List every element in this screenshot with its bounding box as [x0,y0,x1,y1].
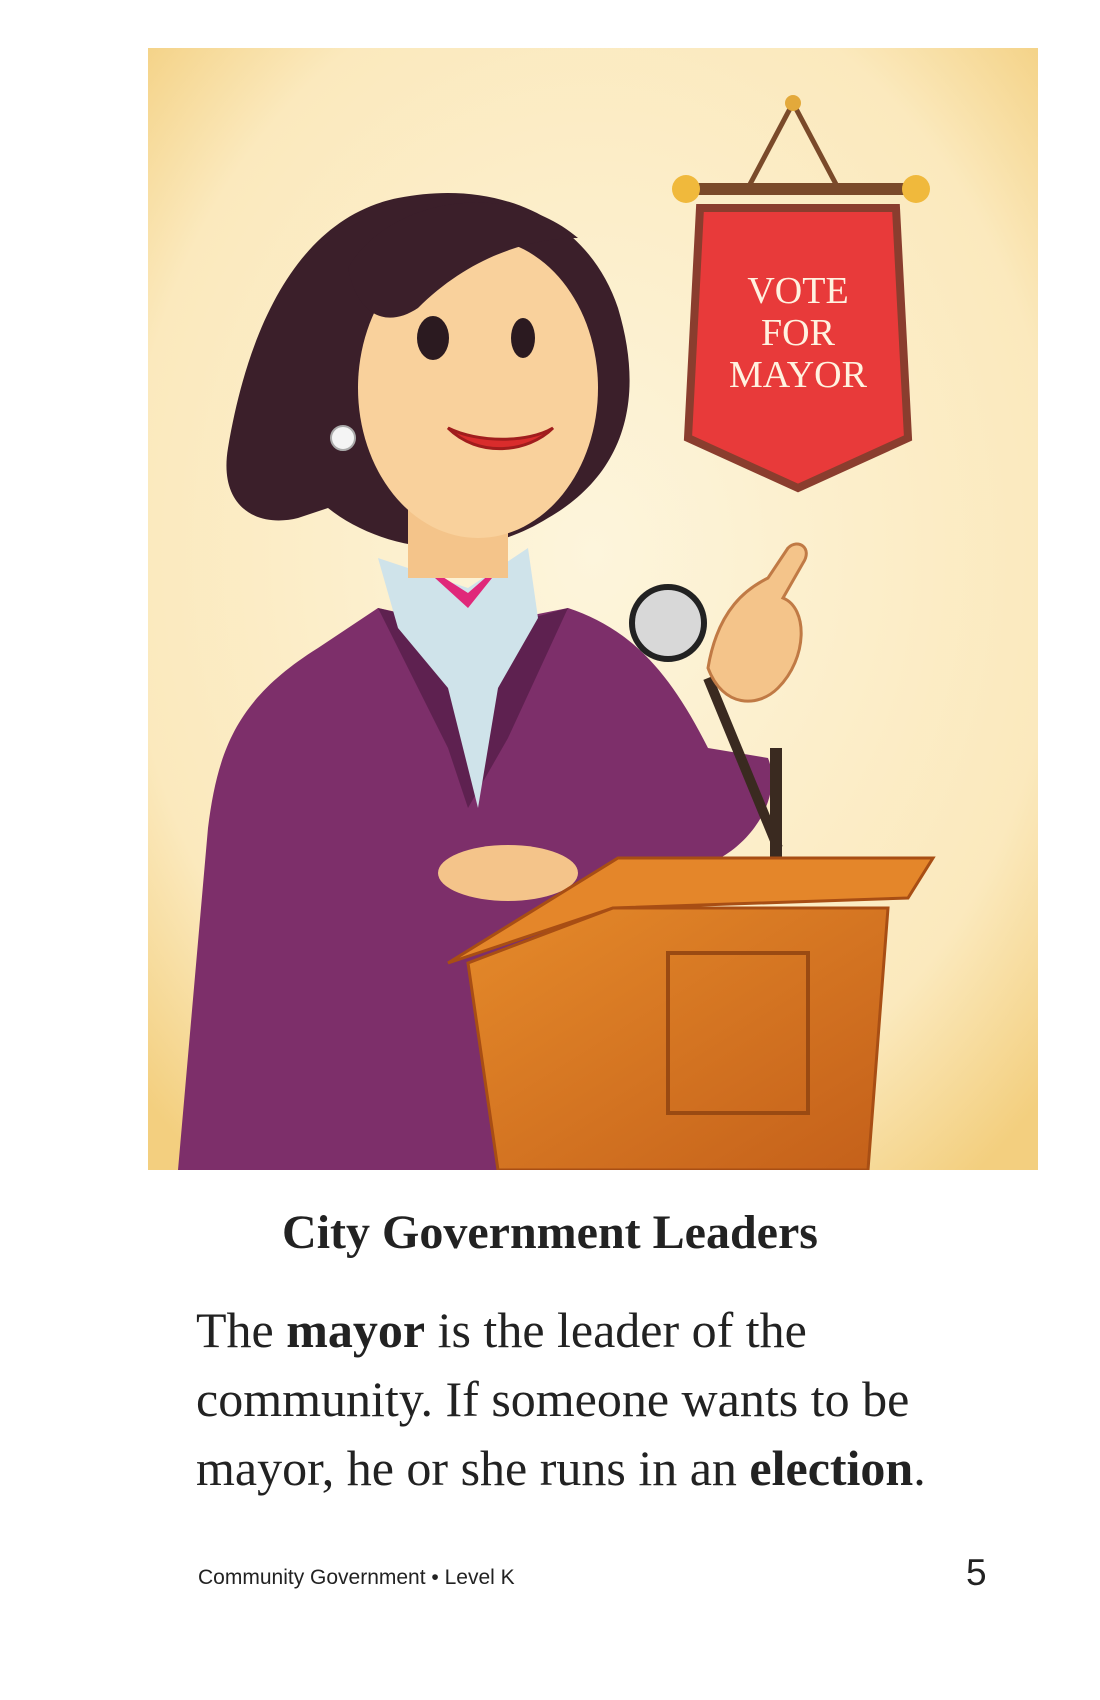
left-eye [417,316,449,360]
body-paragraph: The mayor is the leader of the community… [196,1296,1076,1503]
paragraph-line-3: mayor, he or she runs in an election. [196,1440,926,1496]
right-eye [511,318,535,358]
podium-front [466,906,890,1170]
paragraph-line-2: community. If someone wants to be [196,1371,910,1427]
footer-book-info: Community Government • Level K [198,1566,515,1590]
page-number: 5 [966,1552,987,1593]
footer-separator: • [431,1566,439,1589]
term-mayor: mayor [286,1302,426,1358]
book-level: Level K [444,1566,515,1589]
term-election: election [749,1440,914,1496]
section-heading: City Government Leaders [282,1206,818,1259]
microphone-head [629,584,707,662]
earring [330,425,356,451]
left-hand [438,845,578,901]
banner-line-2: FOR [761,312,836,354]
paragraph-line-1: The mayor is the leader of the [196,1302,807,1358]
book-title: Community Government [198,1566,426,1589]
banner-line-1: VOTE [747,270,848,312]
banner-line-3: MAYOR [729,354,868,396]
mayor-illustration: VOTE FOR MAYOR [148,48,1038,1170]
